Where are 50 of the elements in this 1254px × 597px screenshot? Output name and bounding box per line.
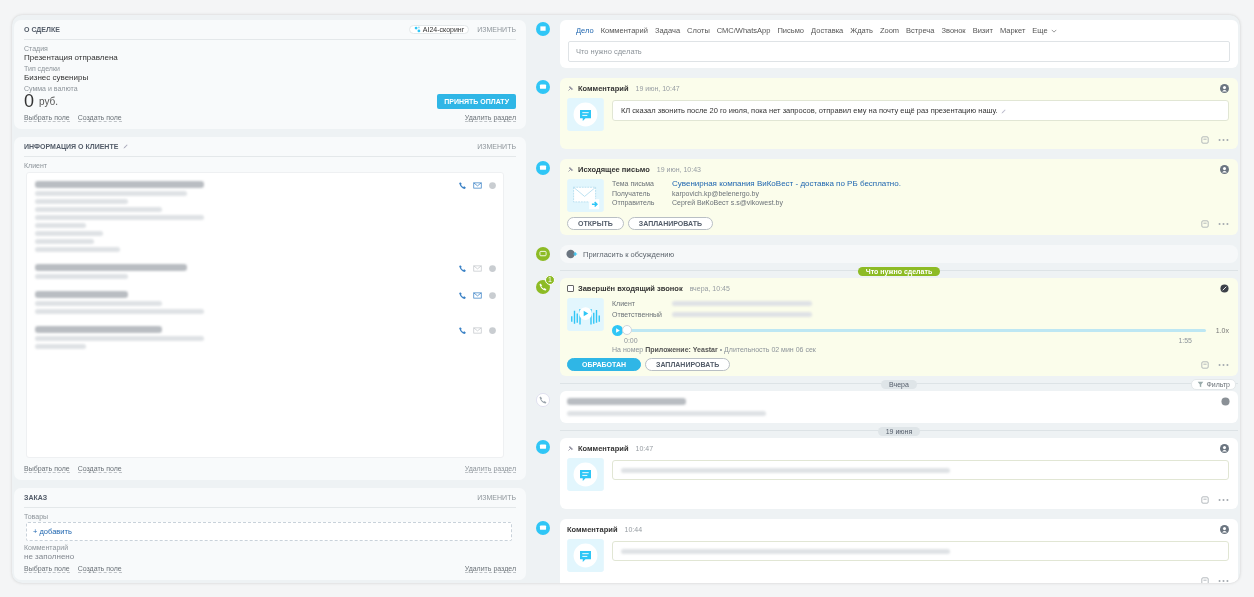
note-icon[interactable] <box>1201 360 1209 369</box>
more-icon[interactable] <box>1218 138 1229 142</box>
phone-icon[interactable] <box>458 264 467 273</box>
pin-icon[interactable] <box>567 166 574 173</box>
network-icon <box>413 26 421 33</box>
field-value: Презентация отправлена <box>24 53 119 62</box>
pencil-icon[interactable] <box>122 143 130 150</box>
pin-icon[interactable] <box>567 445 574 452</box>
redacted-line <box>35 344 86 349</box>
phone-icon <box>536 280 550 294</box>
user-icon[interactable] <box>1220 444 1229 453</box>
phone-icon[interactable] <box>458 291 467 300</box>
field-value: не заполнено <box>24 552 76 561</box>
done-checkbox[interactable] <box>567 285 574 292</box>
phone-icon <box>536 393 550 407</box>
comment-icon <box>536 440 550 454</box>
chevron-icon <box>1050 28 1057 33</box>
redacted-line <box>35 239 95 244</box>
note-icon[interactable] <box>1201 496 1209 504</box>
add-user-icon <box>566 249 579 259</box>
phone-icon[interactable] <box>458 181 467 190</box>
comment-icon <box>536 521 550 535</box>
audio-icon <box>567 298 604 331</box>
phone-icon[interactable] <box>458 326 467 335</box>
more-icon[interactable] <box>1218 221 1229 226</box>
amount-value: 0 <box>24 92 34 111</box>
redacted-line <box>35 231 103 236</box>
email-subject-link[interactable]: Сувенирная компания ВиКоВест - доставка по РБ бесплатно. <box>672 179 901 188</box>
pencil-icon[interactable] <box>999 107 1007 115</box>
envelope-icon <box>567 179 604 212</box>
currency-label: руб. <box>39 96 59 107</box>
comment-icon <box>567 458 604 491</box>
activity-icon <box>536 22 550 36</box>
play-button[interactable] <box>612 325 623 336</box>
comment-icon <box>536 80 550 94</box>
redacted-line <box>35 223 86 228</box>
field-value: Бизнес сувениры <box>24 73 90 82</box>
comment-icon <box>567 98 604 131</box>
audio-slider-handle[interactable] <box>622 325 632 335</box>
more-icon[interactable] <box>1218 498 1229 502</box>
note-icon[interactable] <box>1201 577 1209 583</box>
more-icon[interactable] <box>1218 362 1229 367</box>
note-icon[interactable] <box>1201 136 1209 144</box>
pin-icon[interactable] <box>567 85 574 92</box>
user-icon[interactable] <box>1220 84 1229 93</box>
user-icon[interactable] <box>1220 165 1229 174</box>
user-icon[interactable] <box>1220 525 1229 534</box>
note-icon[interactable] <box>1201 219 1209 228</box>
funnel-icon <box>1197 380 1205 388</box>
comment-icon <box>567 539 604 572</box>
